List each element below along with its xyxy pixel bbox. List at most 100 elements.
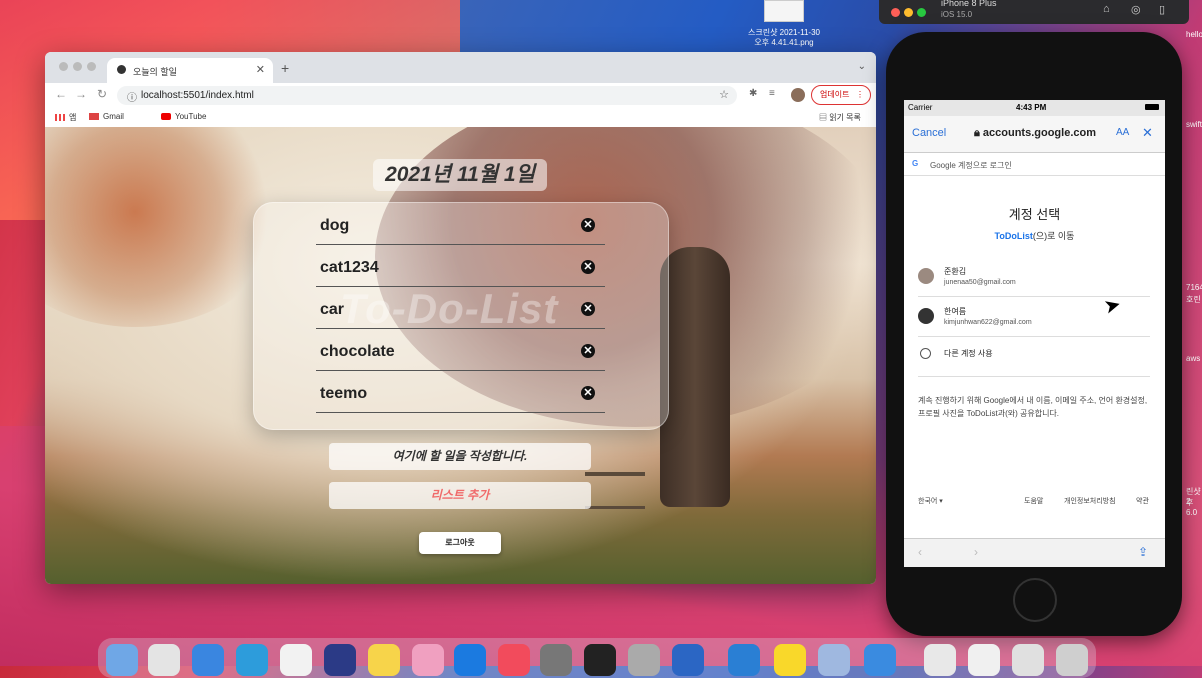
terminal-icon[interactable] bbox=[584, 644, 616, 676]
todo-item: cat1234 ✕ bbox=[316, 245, 605, 287]
tab-strip: 오늘의 할일 ✕ + ⌄ bbox=[45, 52, 876, 83]
todo-card: To-Do-List dog ✕ cat1234 ✕ car ✕ chocolate ✕… bbox=[253, 202, 669, 430]
forward-icon[interactable]: → bbox=[75, 87, 87, 101]
vscode-icon[interactable] bbox=[728, 644, 760, 676]
window-zoom[interactable] bbox=[87, 62, 96, 71]
document-icon[interactable] bbox=[924, 644, 956, 676]
minimize-button[interactable] bbox=[904, 8, 913, 17]
window-minimize[interactable] bbox=[73, 62, 82, 71]
profile-avatar[interactable] bbox=[791, 88, 805, 102]
browser-window: 오늘의 할일 ✕ + ⌄ ← → ↻ ⓘ localhost:5501/inde… bbox=[45, 52, 876, 584]
desktop-label[interactable]: 호린 bbox=[1186, 294, 1202, 305]
finder-icon[interactable] bbox=[106, 644, 138, 676]
app-store-icon[interactable] bbox=[454, 644, 486, 676]
document-icon[interactable] bbox=[1012, 644, 1044, 676]
home-icon[interactable]: ⌂ bbox=[1103, 3, 1110, 15]
address-bar[interactable]: ⓘ localhost:5501/index.html ☆ bbox=[117, 86, 737, 105]
kakaotalk-icon[interactable] bbox=[774, 644, 806, 676]
apps-grid-icon bbox=[55, 114, 65, 122]
info-icon[interactable]: ⓘ bbox=[127, 89, 137, 104]
xcode-icon[interactable] bbox=[236, 644, 268, 676]
music-icon[interactable] bbox=[498, 644, 530, 676]
delete-icon[interactable]: ✕ bbox=[581, 344, 595, 358]
gmail-icon bbox=[89, 113, 99, 121]
desktop-label[interactable]: hello bbox=[1186, 30, 1202, 39]
close-icon[interactable]: ✕ bbox=[1142, 125, 1153, 141]
back-icon[interactable]: ‹ bbox=[918, 545, 922, 559]
forward-icon[interactable]: › bbox=[974, 545, 978, 559]
window-close[interactable] bbox=[59, 62, 68, 71]
word-icon[interactable] bbox=[672, 644, 704, 676]
add-list-button[interactable]: 리스트 추가 bbox=[329, 482, 591, 509]
delete-icon[interactable]: ✕ bbox=[581, 260, 595, 274]
bookmark-youtube[interactable]: YouTube bbox=[161, 112, 206, 121]
desktop-label[interactable]: aws bbox=[1186, 354, 1202, 363]
address-label: 🔒︎ accounts.google.com bbox=[974, 127, 1096, 140]
google-logo-icon: G bbox=[912, 159, 919, 168]
privacy-link[interactable]: 개인정보처리방침 bbox=[1064, 496, 1116, 506]
share-icon[interactable]: ⇪ bbox=[1138, 545, 1148, 559]
extensions-icon[interactable]: ✱ bbox=[749, 88, 757, 99]
tab-search-chevron-icon[interactable]: ⌄ bbox=[858, 61, 866, 72]
media-icon[interactable]: ≡ bbox=[769, 88, 775, 99]
bookmarks-bar: 앱 Gmail YouTube ▤ 읽기 목록 bbox=[45, 107, 876, 128]
cancel-button[interactable]: Cancel bbox=[912, 127, 946, 139]
screenshot-icon[interactable]: ◎ bbox=[1131, 3, 1141, 16]
tab-close-icon[interactable]: ✕ bbox=[256, 63, 265, 76]
background-tree-trunk bbox=[660, 247, 730, 507]
delete-icon[interactable]: ✕ bbox=[581, 302, 595, 316]
use-another-account-row[interactable]: 다른 계정 사용 bbox=[918, 338, 1150, 377]
desktop-label[interactable]: 후 6.0 bbox=[1186, 497, 1202, 517]
desktop-screenshot-file[interactable]: 스크린샷 2021-11-30 오후 4.41.41.png bbox=[744, 0, 824, 48]
todo-text: dog bbox=[320, 217, 350, 234]
app-icon[interactable] bbox=[324, 644, 356, 676]
desktop-label[interactable]: swift bbox=[1186, 120, 1202, 129]
home-button[interactable] bbox=[1013, 578, 1057, 622]
bookmark-label: 앱 bbox=[69, 113, 77, 122]
update-button[interactable]: 업데이트 ⋮ bbox=[811, 85, 871, 105]
document-icon[interactable] bbox=[968, 644, 1000, 676]
bookmark-apps[interactable]: 앱 bbox=[55, 112, 76, 123]
reading-list[interactable]: ▤ 읽기 목록 bbox=[819, 112, 861, 123]
simulator-icon[interactable] bbox=[864, 644, 896, 676]
rotate-icon[interactable]: ▯ bbox=[1159, 3, 1165, 16]
delete-icon[interactable]: ✕ bbox=[581, 218, 595, 232]
delete-icon[interactable]: ✕ bbox=[581, 386, 595, 400]
back-icon[interactable]: ← bbox=[55, 87, 67, 101]
preview-icon[interactable] bbox=[628, 644, 660, 676]
safari-icon[interactable] bbox=[192, 644, 224, 676]
help-link[interactable]: 도움말 bbox=[1024, 496, 1043, 506]
simulator-subtitle: iOS 15.0 bbox=[941, 10, 973, 19]
new-tab-icon[interactable]: + bbox=[281, 60, 289, 76]
privacy-notice: 계속 진행하기 위해 Google에서 내 이름, 이메일 주소, 언어 환경설… bbox=[918, 396, 1148, 418]
continue-suffix: (으)로 이동 bbox=[1032, 231, 1075, 241]
bookmark-gmail[interactable]: Gmail bbox=[89, 112, 124, 121]
reload-icon[interactable]: ↻ bbox=[97, 87, 107, 101]
desktop-label[interactable]: 7164 bbox=[1186, 283, 1202, 292]
browser-tab[interactable]: 오늘의 할일 ✕ bbox=[107, 58, 273, 83]
zoom-button[interactable] bbox=[917, 8, 926, 17]
chrome-icon[interactable] bbox=[280, 644, 312, 676]
settings-icon[interactable] bbox=[540, 644, 572, 676]
photos-icon[interactable] bbox=[412, 644, 444, 676]
clock: 4:43 PM bbox=[1016, 103, 1047, 112]
terms-link[interactable]: 약관 bbox=[1136, 496, 1149, 506]
app-name[interactable]: ToDoList bbox=[995, 231, 1033, 241]
dock bbox=[98, 638, 1096, 678]
bookmark-star-icon[interactable]: ☆ bbox=[719, 88, 729, 101]
text-size-button[interactable]: AA bbox=[1116, 127, 1129, 138]
reading-list-icon: ▤ bbox=[819, 113, 830, 122]
battery-icon bbox=[1145, 104, 1159, 110]
browser-toolbar: ← → ↻ ⓘ localhost:5501/index.html ☆ ✱ ≡ … bbox=[45, 83, 876, 107]
todo-input[interactable]: 여기에 할 일을 작성합니다. bbox=[329, 443, 591, 470]
trash-icon[interactable] bbox=[1056, 644, 1088, 676]
phone-screen: Carrier 4:43 PM Cancel 🔒︎ accounts.googl… bbox=[904, 100, 1165, 567]
language-select[interactable]: 한국어 ▾ bbox=[918, 496, 943, 506]
todo-text: car bbox=[320, 301, 345, 318]
notes-icon[interactable] bbox=[368, 644, 400, 676]
logout-button[interactable]: 로그아웃 bbox=[419, 532, 501, 554]
app-icon[interactable] bbox=[818, 644, 850, 676]
account-email: kimjunhwan622@gmail.com bbox=[944, 319, 1032, 326]
launchpad-icon[interactable] bbox=[148, 644, 180, 676]
close-button[interactable] bbox=[891, 8, 900, 17]
